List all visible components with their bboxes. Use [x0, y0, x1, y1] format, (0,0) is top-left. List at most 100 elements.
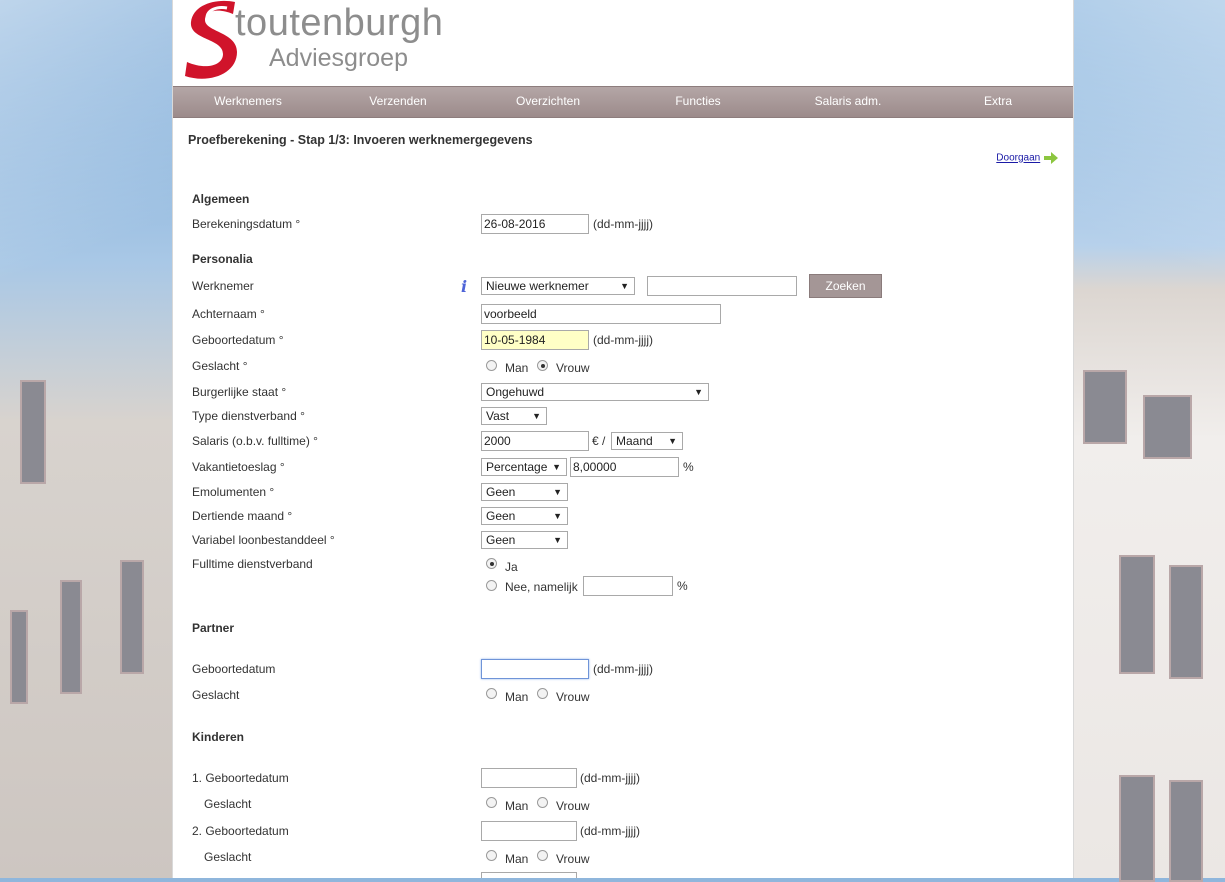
kind2-geboortedatum-label: 2. Geboortedatum: [192, 824, 289, 838]
dertiende-maand-select[interactable]: Geen ▼: [481, 507, 568, 525]
building-window: [10, 610, 28, 704]
kind1-geboortedatum-label: 1. Geboortedatum: [192, 771, 289, 785]
building-window: [20, 380, 46, 484]
section-personalia: Personalia: [192, 252, 253, 266]
building-window: [1169, 565, 1203, 679]
percent-sign: %: [677, 579, 688, 593]
kind1-geslacht-label: Geslacht: [204, 797, 252, 811]
kind2-man-radio[interactable]: [486, 850, 497, 861]
berekeningsdatum-label: Berekeningsdatum °: [192, 217, 301, 231]
kind1-vrouw-label: Vrouw: [556, 799, 590, 813]
fulltime-nee-radio[interactable]: [486, 580, 497, 591]
dertiende-maand-value: Geen: [486, 509, 516, 523]
kind2-man-label: Man: [505, 852, 529, 866]
emolumenten-select[interactable]: Geen ▼: [481, 483, 568, 501]
date-hint: (dd-mm-jjjj): [593, 333, 653, 347]
kind1-man-radio[interactable]: [486, 797, 497, 808]
geboortedatum-input[interactable]: 10-05-1984: [481, 330, 589, 350]
building-window: [1083, 370, 1127, 444]
partner-geboortedatum-input[interactable]: [481, 659, 589, 679]
vakantietoeslag-type-value: Percentage: [486, 460, 548, 474]
chevron-down-icon: ▼: [553, 487, 562, 497]
info-icon[interactable]: i: [461, 277, 467, 296]
achternaam-label: Achternaam °: [192, 307, 265, 321]
logo-s-icon: [185, 0, 237, 79]
vakantietoeslag-input[interactable]: 8,00000: [570, 457, 679, 477]
logo[interactable]: toutenburgh Adviesgroep: [183, 0, 473, 80]
geslacht-vrouw-label: Vrouw: [556, 361, 590, 375]
kind2-vrouw-radio[interactable]: [537, 850, 548, 861]
section-algemeen: Algemeen: [192, 192, 250, 206]
main-nav: Werknemers Verzenden Overzichten Functie…: [173, 86, 1073, 118]
type-dienstverband-value: Vast: [486, 409, 510, 423]
berekeningsdatum-input[interactable]: 26-08-2016: [481, 214, 589, 234]
dertiende-maand-label: Dertiende maand °: [192, 509, 293, 523]
fulltime-percentage-input[interactable]: [583, 576, 673, 596]
geslacht-vrouw-radio[interactable]: [537, 360, 548, 371]
chevron-down-icon: ▼: [553, 535, 562, 545]
building-window: [1143, 395, 1192, 459]
section-partner: Partner: [192, 621, 235, 635]
salaris-label: Salaris (o.b.v. fulltime) °: [192, 434, 318, 448]
partner-man-radio[interactable]: [486, 688, 497, 699]
vakantietoeslag-label: Vakantietoeslag °: [192, 460, 285, 474]
salaris-input[interactable]: 2000: [481, 431, 589, 451]
salaris-unit: € /: [592, 434, 606, 448]
fulltime-label: Fulltime dienstverband: [192, 557, 313, 571]
variabel-select[interactable]: Geen ▼: [481, 531, 568, 549]
main-page: toutenburgh Adviesgroep Werknemers Verze…: [172, 0, 1074, 878]
kind2-geslacht-label: Geslacht: [204, 850, 252, 864]
zoeken-button[interactable]: Zoeken: [809, 274, 882, 298]
next-link-wrap: Doorgaan: [996, 152, 1058, 164]
vakantietoeslag-type-select[interactable]: Percentage ▼: [481, 458, 567, 476]
nav-item-werknemers[interactable]: Werknemers: [173, 87, 323, 117]
geslacht-label: Geslacht °: [192, 359, 248, 373]
salaris-period-value: Maand: [616, 434, 653, 448]
nav-item-verzenden[interactable]: Verzenden: [323, 87, 473, 117]
burgerlijke-staat-select[interactable]: Ongehuwd ▼: [481, 383, 709, 401]
section-kinderen: Kinderen: [192, 730, 245, 744]
percent-sign: %: [683, 460, 694, 474]
fulltime-nee-label: Nee, namelijk: [505, 580, 578, 594]
geboortedatum-label: Geboortedatum °: [192, 333, 284, 347]
next-link[interactable]: Doorgaan: [996, 153, 1040, 164]
partner-vrouw-radio[interactable]: [537, 688, 548, 699]
nav-item-overzichten[interactable]: Overzichten: [473, 87, 623, 117]
background-right: [1073, 0, 1225, 882]
type-dienstverband-label: Type dienstverband °: [192, 409, 305, 423]
chevron-down-icon: ▼: [553, 511, 562, 521]
burgerlijke-staat-value: Ongehuwd: [486, 385, 545, 399]
chevron-down-icon: ▼: [532, 411, 541, 421]
type-dienstverband-select[interactable]: Vast ▼: [481, 407, 547, 425]
werknemer-select[interactable]: Nieuwe werknemer ▼: [481, 277, 635, 295]
date-hint: (dd-mm-jjjj): [580, 824, 640, 838]
geslacht-man-label: Man: [505, 361, 529, 375]
nav-item-extra[interactable]: Extra: [923, 87, 1073, 117]
emolumenten-value: Geen: [486, 485, 516, 499]
kind1-vrouw-radio[interactable]: [537, 797, 548, 808]
burgerlijke-staat-label: Burgerlijke staat °: [192, 385, 287, 399]
chevron-down-icon: ▼: [620, 281, 629, 291]
building-window: [1119, 555, 1155, 674]
nav-item-functies[interactable]: Functies: [623, 87, 773, 117]
achternaam-input[interactable]: voorbeeld: [481, 304, 721, 324]
nav-item-salaris-adm[interactable]: Salaris adm.: [773, 87, 923, 117]
werknemer-label: Werknemer: [192, 279, 254, 293]
page-title: Proefberekening - Stap 1/3: Invoeren wer…: [188, 133, 533, 147]
kind3-geboortedatum-input[interactable]: [481, 872, 577, 878]
werknemer-search-input[interactable]: [647, 276, 797, 296]
kind1-geboortedatum-input[interactable]: [481, 768, 577, 788]
salaris-period-select[interactable]: Maand ▼: [611, 432, 683, 450]
kind2-geboortedatum-input[interactable]: [481, 821, 577, 841]
variabel-label: Variabel loonbestanddeel °: [192, 533, 335, 547]
building-window: [120, 560, 144, 674]
partner-geslacht-label: Geslacht: [192, 688, 240, 702]
arrow-right-icon[interactable]: [1044, 152, 1058, 164]
fulltime-ja-radio[interactable]: [486, 558, 497, 569]
kind2-vrouw-label: Vrouw: [556, 852, 590, 866]
chevron-down-icon: ▼: [552, 462, 561, 472]
variabel-value: Geen: [486, 533, 516, 547]
partner-man-label: Man: [505, 690, 529, 704]
emolumenten-label: Emolumenten °: [192, 485, 275, 499]
geslacht-man-radio[interactable]: [486, 360, 497, 371]
